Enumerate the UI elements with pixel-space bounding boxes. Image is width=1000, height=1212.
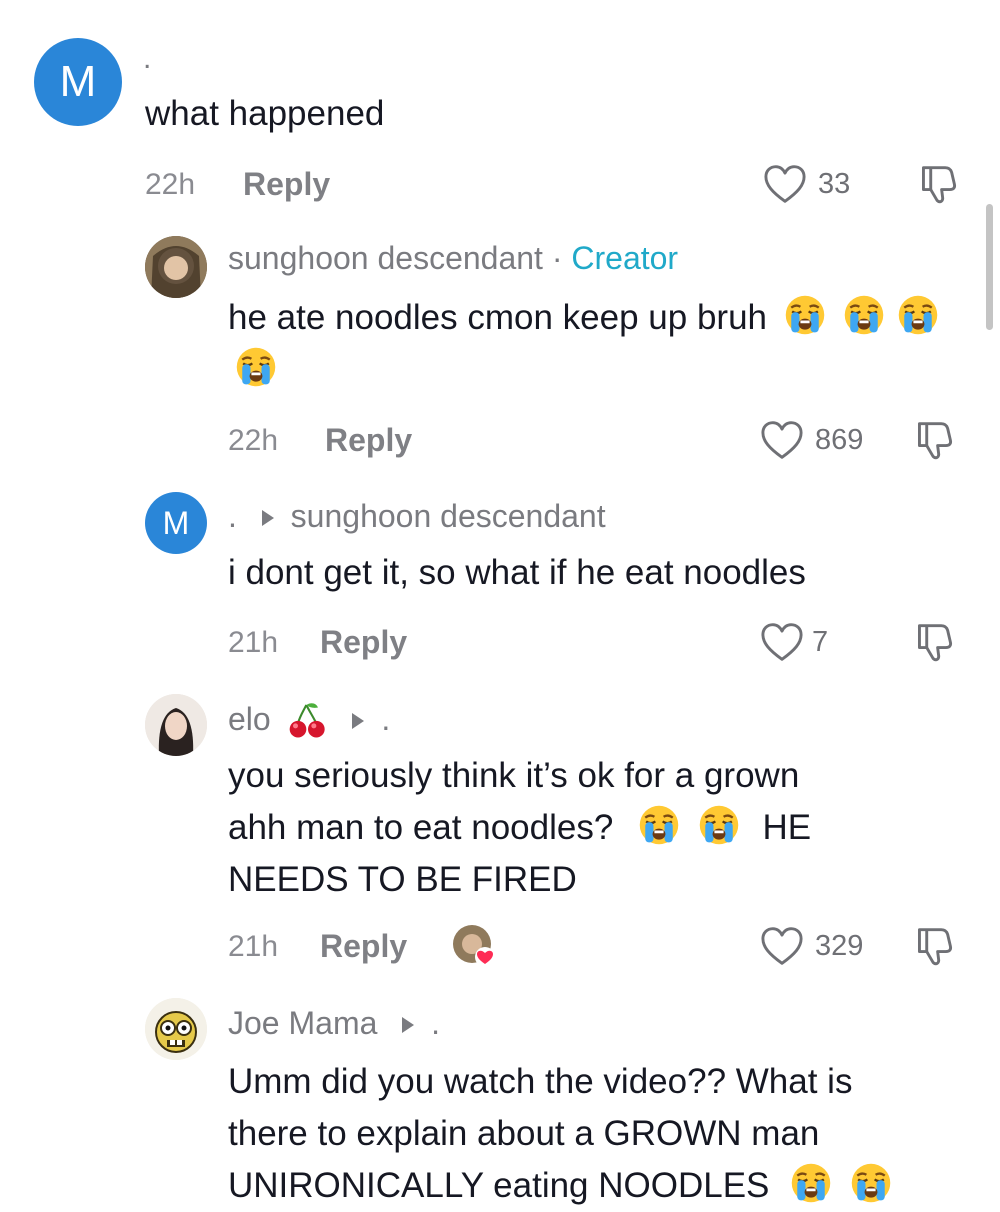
heart-icon[interactable]: [760, 926, 804, 966]
dislike-icon[interactable]: [918, 164, 958, 206]
separator-dot: ·: [551, 240, 563, 276]
comment-time: 21h: [228, 930, 279, 963]
comment-text-line: you seriously think it’s ok for a grown: [228, 756, 800, 795]
comment-time: 21h: [228, 626, 279, 659]
reply-button[interactable]: Reply: [320, 928, 407, 965]
comment-text: i dont get it, so what if he eat noodles: [228, 553, 806, 592]
loudly-crying-face-emoji: [896, 293, 940, 337]
reply-arrow-icon: [400, 1015, 416, 1035]
comment-text: he ate noodles cmon keep up bruh: [228, 298, 767, 337]
comment-text-line: ahh man to eat noodles? HE: [228, 802, 968, 854]
comment-text-fragment: UNIRONICALLY eating NOODLES: [228, 1166, 770, 1205]
comment-username[interactable]: Joe Mama: [228, 1005, 377, 1041]
like-count: 33: [818, 168, 851, 200]
avatar[interactable]: M: [145, 492, 207, 554]
creator-avatar-mini: [453, 925, 495, 967]
comment-time: 22h: [228, 424, 279, 457]
heart-icon[interactable]: [760, 622, 804, 662]
avatar-photo: [145, 694, 207, 756]
like-count: 7: [812, 626, 829, 658]
comment-username-line: Joe Mama .: [228, 1005, 440, 1042]
avatar-photo: [145, 236, 207, 298]
reply-button[interactable]: Reply: [320, 624, 407, 661]
comment-text-block: you seriously think it’s ok for a grown …: [228, 750, 968, 906]
heart-icon[interactable]: [760, 420, 804, 460]
dislike-icon[interactable]: [914, 622, 954, 664]
avatar[interactable]: [145, 998, 207, 1060]
comment-text-line: NEEDS TO BE FIRED: [228, 860, 577, 899]
scrollbar[interactable]: [986, 204, 993, 330]
comment-username[interactable]: elo: [228, 701, 271, 737]
cherries-emoji: [288, 700, 328, 740]
avatar[interactable]: [145, 236, 207, 298]
reply-arrow-icon: [260, 508, 276, 528]
reply-arrow-icon: [350, 711, 366, 731]
loudly-crying-face-emoji: [842, 293, 886, 337]
dislike-icon[interactable]: [914, 420, 954, 462]
comment-text-fragment: ahh man to eat noodles?: [228, 808, 614, 847]
loudly-crying-face-emoji: [849, 1161, 893, 1205]
loudly-crying-face-emoji: [637, 803, 681, 847]
loudly-crying-face-emoji: [234, 345, 278, 389]
comment-text-line: UNIRONICALLY eating NOODLES: [228, 1160, 988, 1212]
comment-text: what happened: [145, 94, 385, 133]
comment-time: 22h: [145, 168, 196, 201]
reply-button[interactable]: Reply: [325, 422, 412, 459]
avatar[interactable]: [145, 694, 207, 756]
comment-text-block: Umm did you watch the video?? What is th…: [228, 1056, 988, 1212]
comment-username-line: . sunghoon descendant: [228, 498, 606, 535]
comment-username-line: elo .: [228, 700, 390, 740]
dislike-icon[interactable]: [914, 926, 954, 968]
loudly-crying-face-emoji: [783, 293, 827, 337]
like-count: 329: [815, 930, 864, 962]
comment-text-fragment: HE: [762, 808, 812, 847]
comment-username[interactable]: sunghoon descendant: [228, 240, 543, 276]
comment-text-block: he ate noodles cmon keep up bruh: [228, 292, 958, 396]
avatar-photo: [145, 998, 207, 1060]
comment-username-line: sunghoon descendant · Creator: [228, 240, 678, 277]
like-count: 869: [815, 424, 864, 456]
creator-liked-badge: [450, 922, 500, 972]
comment-username[interactable]: .: [143, 42, 151, 76]
reply-to-username[interactable]: .: [431, 1005, 440, 1041]
heart-icon[interactable]: [763, 164, 807, 204]
avatar-letter: M: [59, 57, 97, 106]
avatar-letter: M: [162, 504, 190, 541]
creator-badge: Creator: [571, 240, 679, 276]
comment-text-line: Umm did you watch the video?? What is: [228, 1062, 853, 1101]
reply-button[interactable]: Reply: [243, 166, 330, 203]
loudly-crying-face-emoji: [789, 1161, 833, 1205]
comment-username[interactable]: .: [228, 498, 237, 534]
comment-text-line: there to explain about a GROWN man: [228, 1114, 820, 1153]
reply-to-username[interactable]: .: [381, 701, 390, 737]
reply-to-username[interactable]: sunghoon descendant: [291, 498, 606, 534]
avatar[interactable]: M: [34, 38, 122, 126]
loudly-crying-face-emoji: [697, 803, 741, 847]
